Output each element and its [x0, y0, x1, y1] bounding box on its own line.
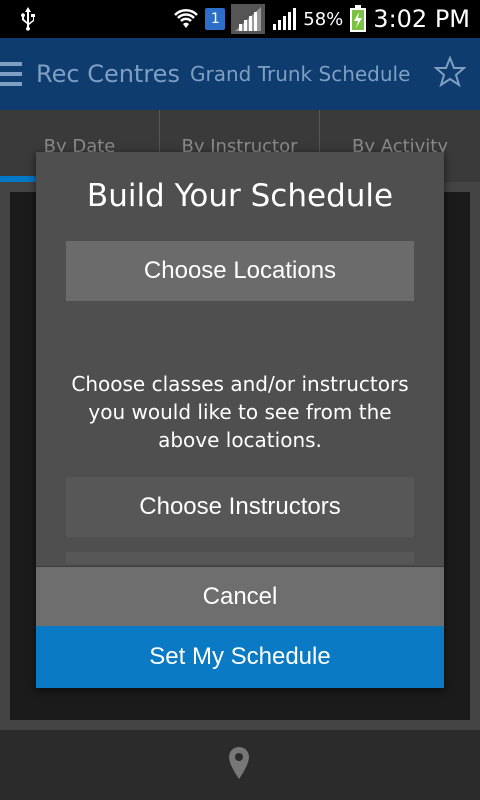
- status-bar: 1 58% 3:02 PM: [0, 0, 480, 38]
- dialog-title: Build Your Schedule: [86, 178, 394, 214]
- dialog-description: Choose classes and/or instructors you wo…: [71, 372, 409, 452]
- star-icon[interactable]: [434, 56, 466, 88]
- app-title: Rec Centres: [36, 60, 180, 88]
- choose-locations-button[interactable]: Choose Locations: [66, 241, 414, 301]
- choose-instructors-button[interactable]: Choose Instructors: [66, 477, 414, 537]
- cancel-button[interactable]: Cancel: [36, 566, 444, 626]
- screen-title: Grand Trunk Schedule: [190, 62, 411, 86]
- build-schedule-dialog: Build Your Schedule Choose Locations Cho…: [36, 152, 444, 688]
- usb-icon: [21, 7, 35, 31]
- menu-icon[interactable]: [0, 60, 22, 88]
- set-my-schedule-button[interactable]: Set My Schedule: [36, 626, 444, 688]
- battery-charging-icon: [350, 5, 367, 32]
- bottom-bar: [0, 730, 480, 800]
- wifi-icon: [174, 8, 199, 28]
- status-icons: 1 58% 3:02 PM: [173, 0, 470, 38]
- app-bar: Rec Centres Grand Trunk Schedule: [0, 38, 480, 110]
- sim-icon: 1: [205, 8, 226, 30]
- battery-percent: 58%: [303, 8, 344, 30]
- location-pin-icon[interactable]: [228, 746, 250, 780]
- clock: 3:02 PM: [373, 5, 470, 33]
- signal-icon: [273, 8, 297, 30]
- partial-option-row[interactable]: [66, 552, 414, 564]
- signal-icon: [231, 4, 266, 34]
